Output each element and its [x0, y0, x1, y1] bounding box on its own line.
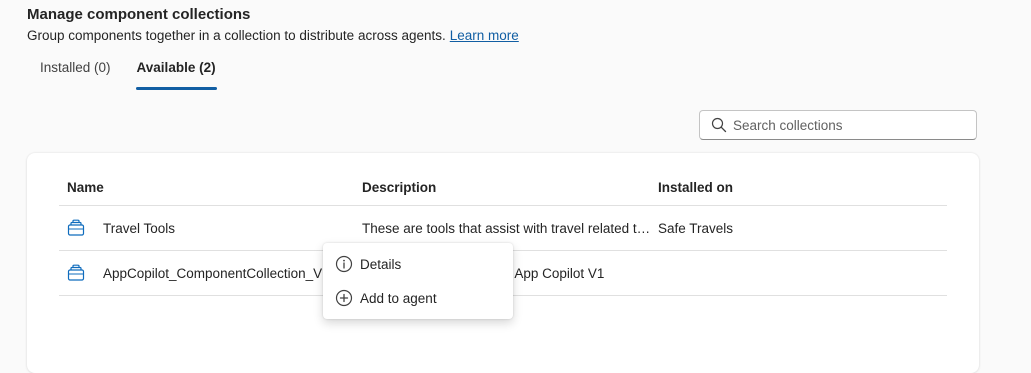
info-icon [335, 255, 353, 273]
row-installed-on: Safe Travels [658, 220, 734, 236]
menu-item-add-to-agent[interactable]: Add to agent [323, 281, 513, 315]
search-icon [711, 117, 727, 133]
row-name-cell: Travel Tools [59, 219, 355, 237]
tab-installed[interactable]: Installed (0) [27, 54, 124, 90]
subtitle-text: Group components together in a collectio… [27, 28, 446, 43]
collection-icon [67, 219, 85, 236]
search-input[interactable] [733, 117, 963, 133]
row-description: These are tools that assist with travel … [362, 220, 651, 236]
table-header: Name Description Installed on [59, 169, 947, 206]
row-name-cell: AppCopilot_ComponentCollection_V1 [59, 264, 355, 282]
collection-tabs: Installed (0) Available (2) [27, 54, 229, 90]
page-subtitle: Group components together in a collectio… [27, 28, 519, 43]
row-context-menu: Details Add to agent [323, 243, 513, 319]
menu-item-label: Details [360, 256, 402, 272]
menu-item-details[interactable]: Details [323, 247, 513, 281]
add-circle-icon [335, 289, 353, 307]
learn-more-link[interactable]: Learn more [450, 28, 519, 43]
column-header-installed-on[interactable]: Installed on [651, 180, 947, 195]
column-header-name[interactable]: Name [59, 180, 355, 195]
column-header-description[interactable]: Description [355, 180, 651, 195]
search-box[interactable] [699, 110, 977, 140]
page-title: Manage component collections [27, 6, 251, 23]
row-name[interactable]: Travel Tools [103, 221, 175, 236]
tab-available[interactable]: Available (2) [124, 54, 229, 90]
collection-icon [67, 264, 85, 281]
menu-item-label: Add to agent [360, 290, 437, 306]
row-name[interactable]: AppCopilot_ComponentCollection_V1 [103, 266, 330, 281]
